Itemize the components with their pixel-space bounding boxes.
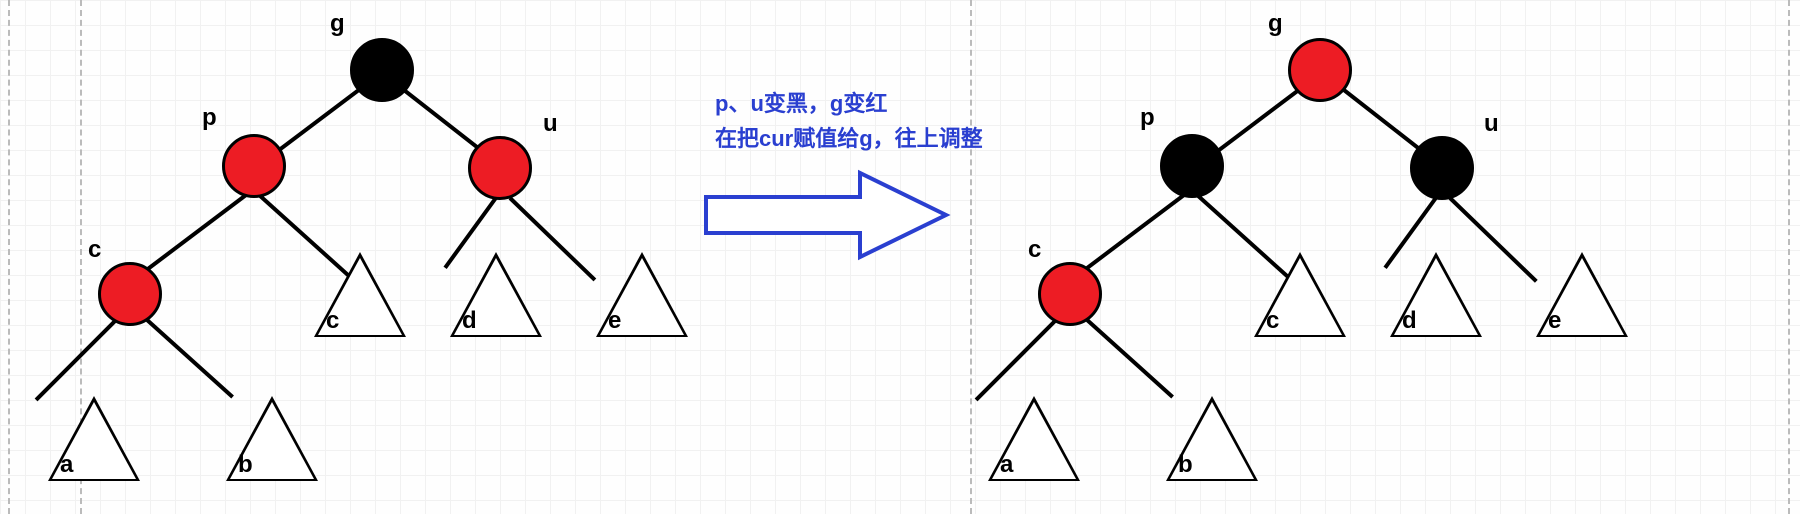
- subtree-b-label-right: b: [1178, 451, 1193, 479]
- subtree-e-label-right: e: [1548, 307, 1561, 335]
- subtree-d: d: [450, 252, 542, 337]
- subtree-c-right: c: [1254, 252, 1346, 337]
- annotation-line-2: 在把cur赋值给g，往上调整: [715, 121, 983, 156]
- annotation: p、u变黑，g变红 在把cur赋值给g，往上调整: [715, 86, 983, 156]
- subtree-a: a: [48, 396, 140, 481]
- subtree-a-right: a: [988, 396, 1080, 481]
- node-g-label-right: g: [1268, 10, 1283, 38]
- subtree-a-label-right: a: [1000, 451, 1013, 479]
- node-g: [350, 38, 414, 102]
- node-c: [98, 262, 162, 326]
- node-g-label: g: [330, 10, 345, 38]
- node-p-label-right: p: [1140, 104, 1155, 132]
- subtree-e: e: [596, 252, 688, 337]
- subtree-d-label: d: [462, 307, 477, 335]
- node-c-right: [1038, 262, 1102, 326]
- node-u-label: u: [543, 110, 558, 138]
- node-c-label-right: c: [1028, 236, 1041, 264]
- subtree-c: c: [314, 252, 406, 337]
- subtree-e-right: e: [1536, 252, 1628, 337]
- subtree-b: b: [226, 396, 318, 481]
- node-p: [222, 134, 286, 198]
- node-p-right: [1160, 134, 1224, 198]
- node-g-right: [1288, 38, 1352, 102]
- subtree-b-label: b: [238, 451, 253, 479]
- node-c-label: c: [88, 236, 101, 264]
- node-u: [468, 136, 532, 200]
- node-p-label: p: [202, 104, 217, 132]
- subtree-b-right: b: [1166, 396, 1258, 481]
- subtree-c-label: c: [326, 307, 339, 335]
- subtree-a-label: a: [60, 451, 73, 479]
- node-u-right: [1410, 136, 1474, 200]
- arrow-icon: [700, 165, 955, 265]
- annotation-line-1: p、u变黑，g变红: [715, 86, 983, 121]
- subtree-c-label-right: c: [1266, 307, 1279, 335]
- subtree-d-label-right: d: [1402, 307, 1417, 335]
- node-u-label-right: u: [1484, 110, 1499, 138]
- subtree-e-label: e: [608, 307, 621, 335]
- subtree-d-right: d: [1390, 252, 1482, 337]
